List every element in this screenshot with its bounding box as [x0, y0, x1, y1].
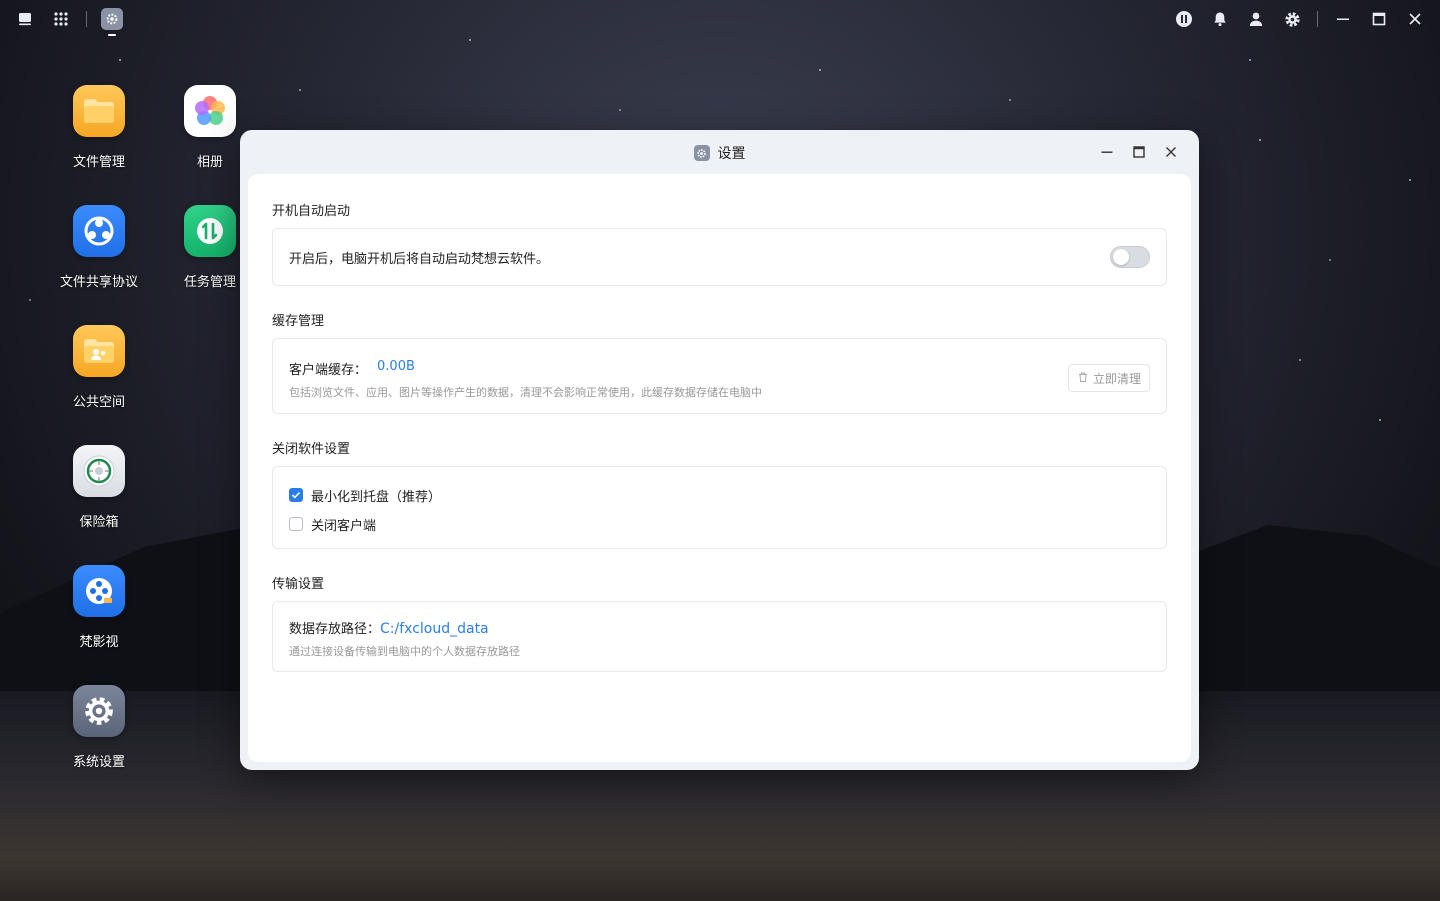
photos-icon: [184, 85, 236, 137]
autostart-card: 开启后，电脑开机后将自动启动梵想云软件。: [272, 228, 1167, 286]
clear-cache-label: 立即清理: [1092, 371, 1141, 386]
desktop-icon-label: 相册: [196, 155, 223, 170]
show-desktop-icon[interactable]: [14, 8, 36, 30]
transfer-card: 数据存放路径：C:/fxcloud_data 通过连接设备传输到电脑中的个人数据…: [272, 601, 1167, 672]
settings-app-icon: [693, 145, 710, 161]
desktop-icon-video[interactable]: 梵影视: [44, 565, 154, 650]
task-manager-icon: [184, 205, 236, 257]
desktop-icon-label: 梵影视: [79, 635, 119, 650]
divider: [1317, 11, 1318, 27]
autostart-description: 开启后，电脑开机后将自动启动梵想云软件。: [289, 251, 550, 267]
desktop-icon-public-space[interactable]: 公共空间: [44, 325, 154, 410]
close-options-card: 最小化到托盘（推荐） 关闭客户端: [272, 466, 1167, 549]
section-title-cache: 缓存管理: [272, 314, 325, 329]
window-titlebar[interactable]: 设置: [240, 130, 1199, 176]
checkbox-unchecked[interactable]: [289, 517, 303, 531]
system-settings-icon: [73, 685, 125, 737]
close-icon[interactable]: [1404, 8, 1426, 30]
bell-icon[interactable]: [1209, 8, 1231, 30]
user-icon[interactable]: [1245, 8, 1267, 30]
desktop-icon-label: 公共空间: [72, 395, 125, 410]
option-minimize-to-tray[interactable]: 最小化到托盘（推荐）: [289, 484, 1150, 506]
desktop-icon-label: 任务管理: [183, 275, 236, 290]
desktop-icon-file-share[interactable]: 文件共享协议: [44, 205, 154, 290]
clear-cache-button[interactable]: 立即清理: [1067, 364, 1150, 392]
checkbox-checked[interactable]: [289, 488, 303, 502]
option-label: 关闭客户端: [311, 518, 377, 534]
settings-body: 开机自动启动 开启后，电脑开机后将自动启动梵想云软件。 缓存管理 客户端缓存： …: [248, 174, 1191, 762]
desktop-icon-label: 系统设置: [72, 755, 125, 770]
divider: [86, 11, 87, 27]
desktop-icon-safe[interactable]: 保险箱: [44, 445, 154, 530]
sync-status-icon[interactable]: [1173, 8, 1195, 30]
desktop-icon-label: 文件共享协议: [59, 275, 138, 290]
app-grid-icon[interactable]: [50, 8, 72, 30]
cache-card: 客户端缓存： 0.00B 包括浏览文件、应用、图片等操作产生的数据，清理不会影响…: [272, 338, 1167, 414]
cache-value: 0.00B: [377, 359, 415, 374]
minimize-icon[interactable]: [1332, 8, 1354, 30]
settings-taskbar-icon[interactable]: [101, 8, 123, 36]
cache-hint: 包括浏览文件、应用、图片等操作产生的数据，清理不会影响正常使用，此缓存数据存储在…: [289, 386, 762, 399]
settings-window: 设置 开机自动启动 开启后，电脑开机后将自动启动梵想云软件。 缓存管理 客户端缓…: [240, 130, 1199, 770]
section-title-close: 关闭软件设置: [272, 442, 351, 457]
maximize-icon[interactable]: [1368, 8, 1390, 30]
transfer-hint: 通过连接设备传输到电脑中的个人数据存放路径: [289, 645, 520, 658]
share-protocol-icon: [73, 205, 125, 257]
video-icon: [73, 565, 125, 617]
autostart-toggle[interactable]: [1110, 246, 1150, 268]
public-space-icon: [73, 325, 125, 377]
top-bar: [0, 0, 1440, 38]
window-minimize-button[interactable]: [1097, 142, 1117, 162]
option-close-client[interactable]: 关闭客户端: [289, 513, 1150, 535]
gear-icon[interactable]: [1281, 8, 1303, 30]
window-close-button[interactable]: [1161, 142, 1181, 162]
option-label: 最小化到托盘（推荐）: [311, 489, 442, 505]
section-title-transfer: 传输设置: [272, 577, 325, 592]
desktop-icon-label: 文件管理: [72, 155, 125, 170]
data-path-link[interactable]: C:/fxcloud_data: [380, 621, 489, 637]
desktop-icon-label: 保险箱: [79, 515, 119, 530]
path-label: 数据存放路径：: [289, 622, 381, 637]
desktop-icon-file-manager[interactable]: 文件管理: [44, 85, 154, 170]
folder-icon: [73, 85, 125, 137]
window-maximize-button[interactable]: [1129, 142, 1149, 162]
cache-label: 客户端缓存：: [289, 363, 368, 378]
section-title-autostart: 开机自动启动: [272, 204, 351, 219]
desktop-icon-system-settings[interactable]: 系统设置: [44, 685, 154, 770]
trash-icon: [1077, 371, 1089, 386]
window-title: 设置: [717, 146, 746, 162]
safe-icon: [73, 445, 125, 497]
